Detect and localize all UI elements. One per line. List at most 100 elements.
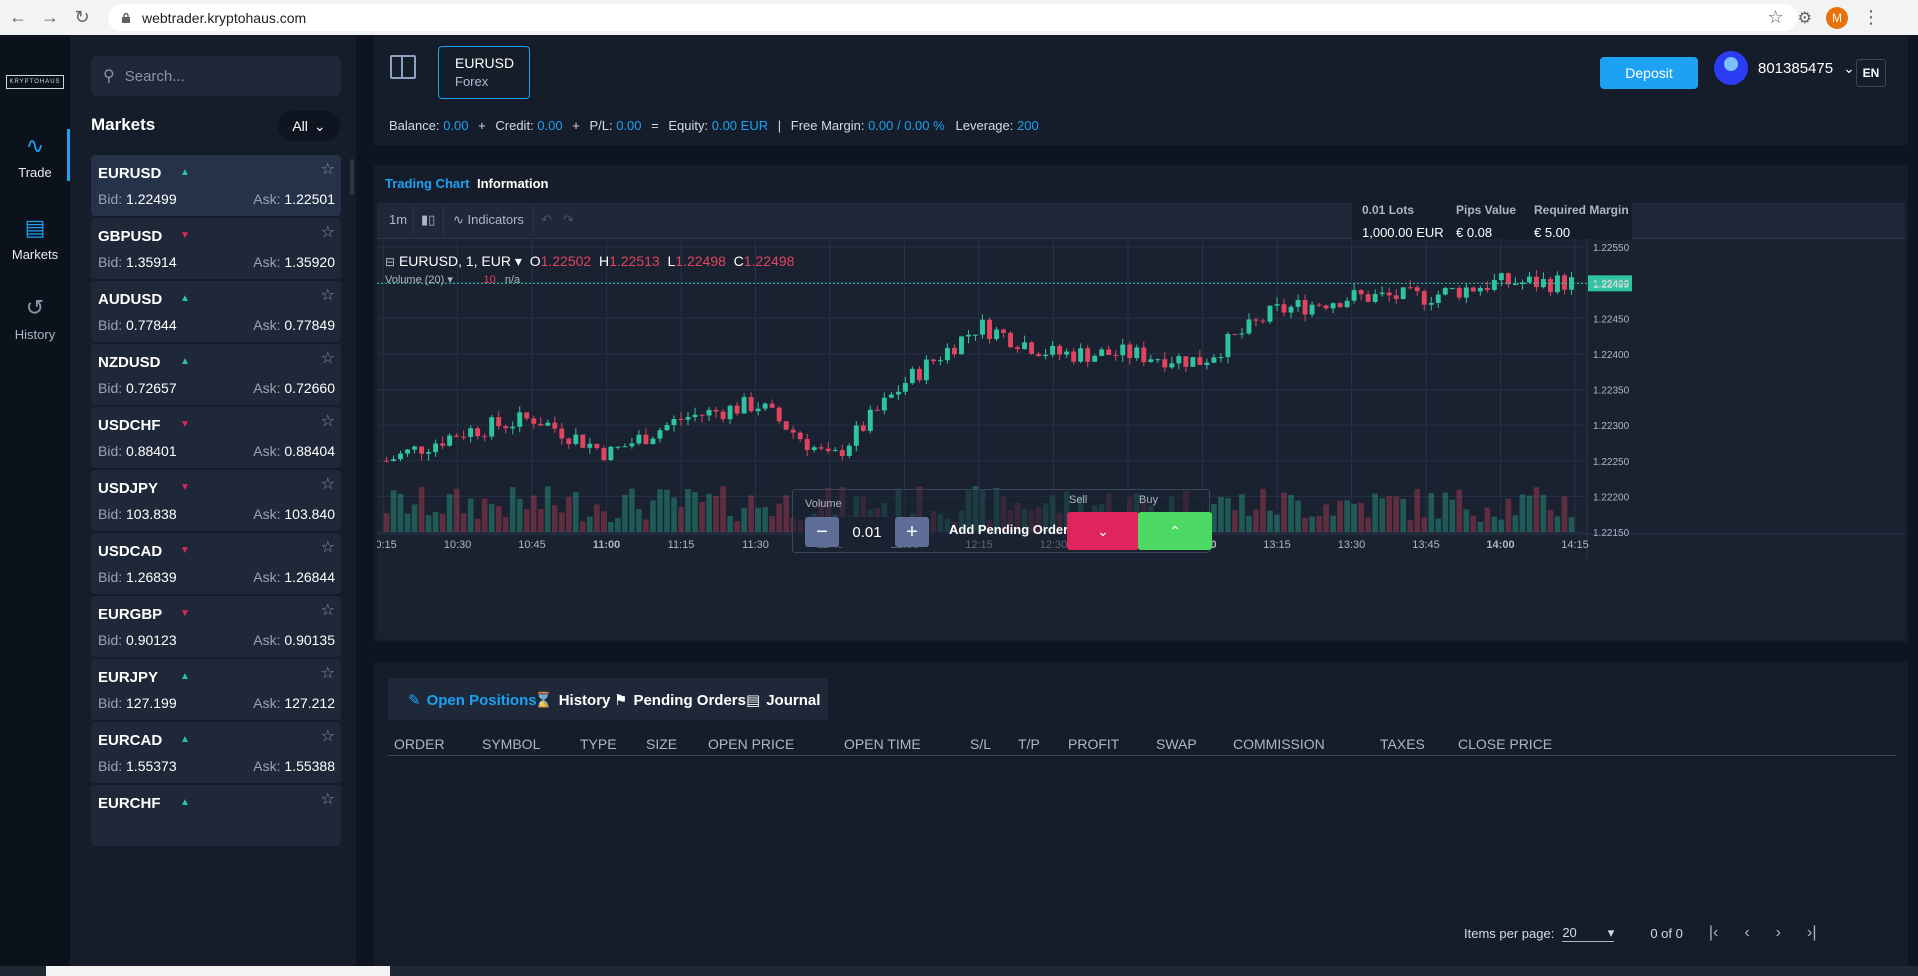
column-header[interactable]: SYMBOL [482,736,540,752]
candle-body [510,426,516,429]
symbol-tab[interactable]: EURUSD Forex [438,46,530,99]
address-bar[interactable]: webtrader.kryptohaus.com [108,4,1798,31]
market-card[interactable]: EURCHF ▲ ☆ [91,785,341,846]
profile-avatar[interactable]: M [1826,6,1848,29]
x-tick-label: 10:15 [377,539,397,551]
candle-body [994,329,999,340]
market-card[interactable]: GBPUSD ▼ ☆ Bid: 1.35914 Ask: 1.35920 [91,218,341,279]
candle-body [601,448,607,461]
add-pending-order-button[interactable]: Add Pending Order [949,522,1068,537]
favorite-star-icon[interactable]: ☆ [321,600,335,620]
browser-menu-icon[interactable]: ⋮ [1862,7,1880,28]
candle-body [930,359,936,362]
favorite-star-icon[interactable]: ☆ [321,474,335,494]
layout-toggle-icon[interactable] [390,55,416,79]
column-header[interactable]: OPEN TIME [844,736,921,752]
favorite-star-icon[interactable]: ☆ [321,348,335,368]
candle-body [1029,342,1035,354]
tab-trading-chart[interactable]: Trading Chart [385,176,470,191]
market-card[interactable]: USDCAD ▼ ☆ Bid: 1.26839 Ask: 1.26844 [91,533,341,594]
candle-body [1148,359,1154,363]
markets-filter-select[interactable]: All ⌄ [278,111,340,141]
column-header[interactable]: SIZE [646,736,677,752]
tab-information[interactable]: Information [477,176,549,191]
trend-down-icon: ▼ [180,230,190,241]
next-page-icon[interactable]: › [1776,924,1781,942]
taskbar-search[interactable] [46,966,390,976]
candle-body [790,429,796,433]
column-header[interactable]: PROFIT [1068,736,1119,752]
candle-body [1260,320,1266,322]
favorite-star-icon[interactable]: ☆ [321,789,335,809]
undo-icon[interactable]: ↶ [541,212,552,228]
market-card[interactable]: EURGBP ▼ ☆ Bid: 0.90123 Ask: 0.90135 [91,596,341,657]
favorite-star-icon[interactable]: ☆ [321,159,335,179]
market-card[interactable]: EURJPY ▲ ☆ Bid: 127.199 Ask: 127.212 [91,659,341,720]
candle-body [776,407,782,422]
indicators-button[interactable]: ∿ Indicators [453,212,524,228]
favorite-star-icon[interactable]: ☆ [321,285,335,305]
items-per-page-select[interactable]: 20 ▾ [1562,925,1615,942]
column-header[interactable]: OPEN PRICE [708,736,794,752]
favorite-star-icon[interactable]: ☆ [321,222,335,242]
pagination: Items per page: 20 ▾ 0 of 0 |‹ ‹ › ›| [1464,924,1817,942]
redo-icon[interactable]: ↷ [563,212,574,228]
chevron-up-icon: ⌃ [1169,522,1181,539]
rail-item-markets[interactable]: ▤ Markets [0,205,70,271]
candles-icon[interactable]: ▮▯ [421,212,435,228]
x-tick-label: 10:30 [444,539,472,551]
tab-open-positions[interactable]: ✎ Open Positions [408,691,537,710]
forward-icon[interactable]: → [36,4,64,32]
favorite-star-icon[interactable]: ☆ [321,537,335,557]
interval-button[interactable]: 1m [389,212,407,227]
candle-body [1064,351,1070,355]
favorite-star-icon[interactable]: ☆ [321,411,335,431]
deposit-button[interactable]: Deposit [1600,57,1698,89]
bookmark-star-icon[interactable]: ☆ [1768,7,1784,28]
market-card[interactable]: EURCAD ▲ ☆ Bid: 1.55373 Ask: 1.55388 [91,722,341,783]
legend-collapse-icon[interactable]: ⊟ [385,255,395,269]
hourglass-icon: ⌛ [534,692,553,709]
column-header[interactable]: TAXES [1380,736,1425,752]
market-symbol: AUDUSD [98,291,163,308]
back-icon[interactable]: ← [4,4,32,32]
column-header[interactable]: ORDER [394,736,445,752]
column-header[interactable]: CLOSE PRICE [1458,736,1552,752]
market-card[interactable]: AUDUSD ▲ ☆ Bid: 0.77844 Ask: 0.77849 [91,281,341,342]
reload-icon[interactable]: ↻ [68,4,96,32]
sell-button[interactable]: ⌄ [1067,512,1139,550]
volume-increase-button[interactable]: + [895,517,929,547]
last-page-icon[interactable]: ›| [1807,924,1816,942]
rail-item-trade[interactable]: ∿ Trade [0,123,70,189]
search-input[interactable]: ⚲ Search... [91,56,341,96]
extensions-icon[interactable]: ⚙ [1798,8,1812,28]
favorite-star-icon[interactable]: ☆ [321,663,335,683]
tab-journal[interactable]: ▤ Journal [746,691,820,710]
positions-tabs: ✎ Open Positions ⌛ History ⚑ Pending Orders… [388,678,828,720]
column-header[interactable]: COMMISSION [1233,736,1325,752]
volume-bar [1526,495,1533,532]
favorite-star-icon[interactable]: ☆ [321,726,335,746]
language-button[interactable]: EN [1856,59,1886,87]
candle-body [825,448,831,452]
prev-page-icon[interactable]: ‹ [1744,924,1749,942]
account-menu[interactable]: 801385475 ⌄ [1714,51,1855,85]
scrollbar-thumb[interactable] [350,159,354,195]
market-card[interactable]: USDCHF ▼ ☆ Bid: 0.88401 Ask: 0.88404 [91,407,341,468]
market-card[interactable]: USDJPY ▼ ☆ Bid: 103.838 Ask: 103.840 [91,470,341,531]
buy-button[interactable]: ⌃ [1138,512,1212,550]
volume-input[interactable]: 0.01 [839,517,895,547]
column-header[interactable]: S/L [970,736,991,752]
market-card[interactable]: NZDUSD ▲ ☆ Bid: 0.72657 Ask: 0.72660 [91,344,341,405]
rail-item-history[interactable]: ↺ History [0,285,70,351]
tab-pending-orders[interactable]: ⚑ Pending Orders [614,691,746,710]
volume-decrease-button[interactable]: − [805,517,839,547]
first-page-icon[interactable]: |‹ [1709,924,1718,942]
column-header[interactable]: T/P [1018,736,1040,752]
column-header[interactable]: SWAP [1156,736,1197,752]
history-icon: ↺ [25,294,45,320]
candle-body [594,443,600,449]
tab-history[interactable]: ⌛ History [534,691,610,710]
market-card[interactable]: EURUSD ▲ ☆ Bid: 1.22499 Ask: 1.22501 [91,155,341,216]
column-header[interactable]: TYPE [580,736,617,752]
